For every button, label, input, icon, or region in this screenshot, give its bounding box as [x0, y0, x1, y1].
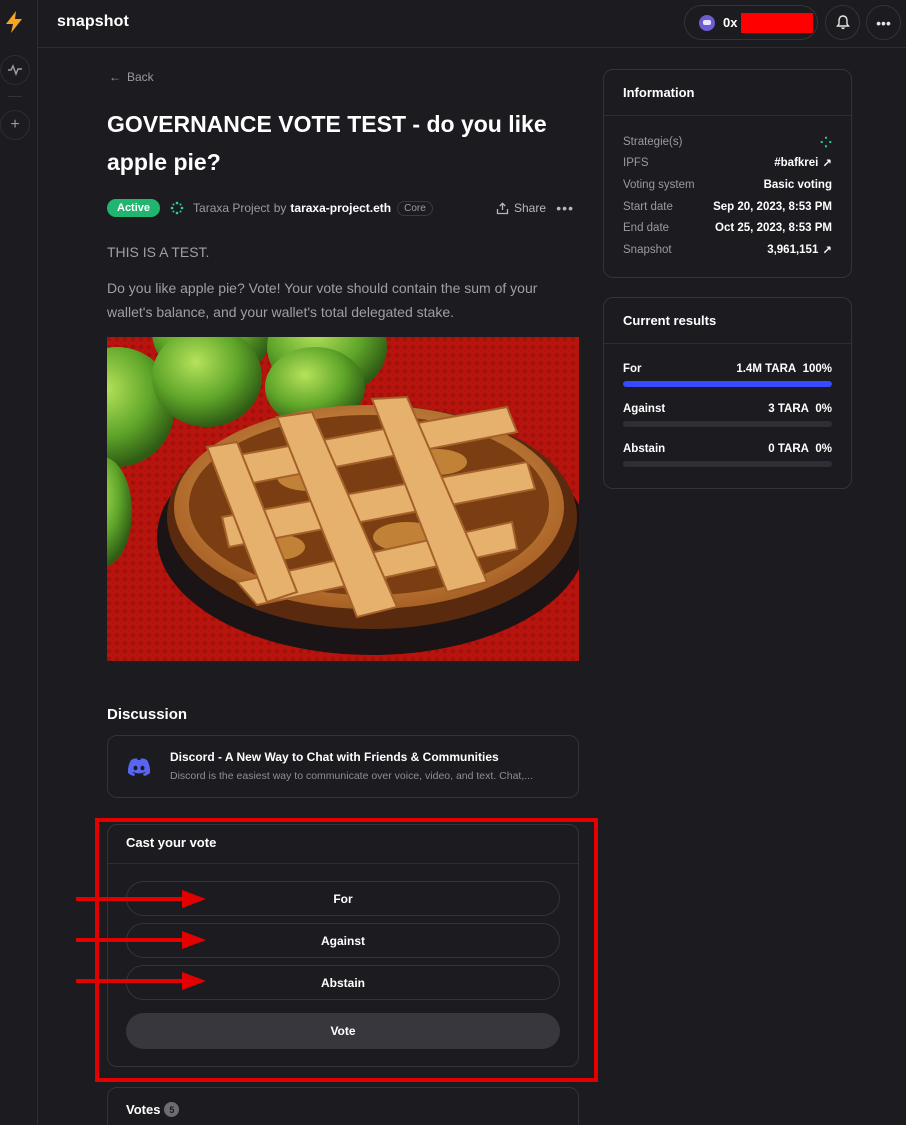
discussion-link-title: Discord - A New Way to Chat with Friends…: [170, 750, 499, 764]
result-row-for: For 1.4M TARA 100%: [623, 363, 832, 387]
discussion-link-card[interactable]: Discord - A New Way to Chat with Friends…: [107, 735, 579, 798]
activity-icon[interactable]: [0, 55, 30, 85]
annotation-arrow-icon: [76, 890, 206, 908]
info-value: Basic voting: [763, 179, 832, 191]
more-icon: •••: [876, 14, 891, 31]
info-row-start-date: Start date Sep 20, 2023, 8:53 PM: [623, 199, 832, 215]
votes-title: Votes: [126, 1102, 161, 1117]
apple-pie-image: [107, 337, 579, 661]
top-bar: snapshot 0x •••: [38, 0, 906, 48]
result-label: Against: [623, 403, 666, 415]
panel-divider: [604, 343, 851, 344]
panel-divider: [604, 115, 851, 116]
author-link[interactable]: taraxa-project.eth: [290, 201, 391, 215]
result-amount: 3 TARA: [768, 403, 809, 415]
info-value: #bafkrei: [774, 157, 819, 169]
rail-divider: [8, 96, 22, 97]
snapshot-block-link[interactable]: 3,961,151 ↗: [767, 243, 832, 257]
information-panel: Information Strategie(s) IPFS #bafkrei ↗…: [603, 69, 852, 278]
left-rail: +: [0, 0, 38, 1125]
info-label: Voting system: [623, 179, 695, 191]
results-title: Current results: [623, 313, 717, 328]
external-link-icon: ↗: [822, 245, 832, 257]
info-row-voting-system: Voting system Basic voting: [623, 177, 832, 193]
snapshot-logo-icon[interactable]: [3, 10, 25, 34]
annotation-arrow-icon: [76, 931, 206, 949]
share-label: Share: [513, 201, 546, 215]
discussion-link-description: Discord is the easiest way to communicat…: [170, 770, 533, 782]
proposal-more-icon[interactable]: •••: [556, 200, 574, 216]
add-space-icon[interactable]: +: [0, 110, 30, 140]
bell-icon: [835, 15, 850, 30]
external-link-icon: ↗: [822, 158, 832, 170]
proposal-meta: Active Taraxa Project by taraxa-project.…: [107, 198, 579, 218]
annotation-highlight-box: [95, 818, 598, 1082]
annotation-arrow-icon: [76, 972, 206, 990]
space-name[interactable]: Taraxa Project: [193, 201, 270, 215]
account-address-prefix: 0x: [723, 15, 738, 30]
info-label: IPFS: [623, 157, 649, 169]
info-row-strategies: Strategie(s): [623, 134, 832, 150]
ipfs-link[interactable]: #bafkrei ↗: [774, 156, 832, 170]
result-percent: 100%: [802, 363, 832, 375]
arrow-left-icon: ←: [109, 70, 121, 84]
taraxa-space-icon[interactable]: [170, 201, 184, 215]
result-percent: 0%: [815, 443, 832, 455]
brand-name[interactable]: snapshot: [57, 13, 129, 31]
result-progress-track: [623, 461, 832, 467]
share-button[interactable]: Share: [496, 201, 546, 215]
votes-count-badge: 5: [164, 1102, 180, 1117]
discussion-heading: Discussion: [107, 706, 188, 723]
result-progress-track: [623, 381, 832, 387]
notifications-button[interactable]: [825, 5, 860, 40]
back-label: Back: [127, 70, 154, 84]
back-link[interactable]: ← Back: [109, 70, 154, 84]
result-label: For: [623, 363, 642, 375]
avatar: [699, 14, 715, 31]
account-button[interactable]: 0x: [684, 5, 818, 40]
result-row-against: Against 3 TARA 0%: [623, 403, 832, 427]
by-label: by: [273, 201, 287, 215]
info-value: 3,961,151: [767, 244, 819, 256]
status-badge: Active: [107, 199, 161, 217]
redacted-address: [741, 12, 814, 33]
result-row-abstain: Abstain 0 TARA 0%: [623, 443, 832, 467]
share-icon: [496, 201, 509, 214]
proposal-body-line2: Do you like apple pie? Vote! Your vote s…: [107, 280, 538, 320]
discord-icon: [127, 758, 151, 776]
info-label: Snapshot: [623, 244, 672, 256]
result-progress-track: [623, 421, 832, 427]
result-amount: 1.4M TARA: [736, 363, 797, 375]
info-row-snapshot: Snapshot 3,961,151 ↗: [623, 242, 832, 258]
core-badge: Core: [397, 200, 433, 216]
strategy-icon[interactable]: [820, 136, 832, 148]
info-label: End date: [623, 222, 670, 234]
votes-title-row: Votes 5: [126, 1102, 180, 1117]
proposal-title: GOVERNANCE VOTE TEST - do you like apple…: [107, 111, 547, 175]
info-label: Start date: [623, 201, 673, 213]
info-value: Oct 25, 2023, 8:53 PM: [715, 222, 832, 234]
votes-panel[interactable]: Votes 5: [107, 1087, 579, 1125]
info-value: Sep 20, 2023, 8:53 PM: [713, 201, 832, 213]
result-progress-bar: [623, 381, 832, 387]
info-row-end-date: End date Oct 25, 2023, 8:53 PM: [623, 220, 832, 236]
information-title: Information: [623, 85, 695, 100]
info-row-ipfs: IPFS #bafkrei ↗: [623, 155, 832, 171]
results-panel: Current results For 1.4M TARA 100% Again…: [603, 297, 852, 489]
result-label: Abstain: [623, 443, 666, 455]
proposal-body-line1: THIS IS A TEST.: [107, 244, 210, 260]
info-label: Strategie(s): [623, 136, 683, 148]
more-menu-button[interactable]: •••: [866, 5, 901, 40]
result-percent: 0%: [815, 403, 832, 415]
result-amount: 0 TARA: [768, 443, 809, 455]
